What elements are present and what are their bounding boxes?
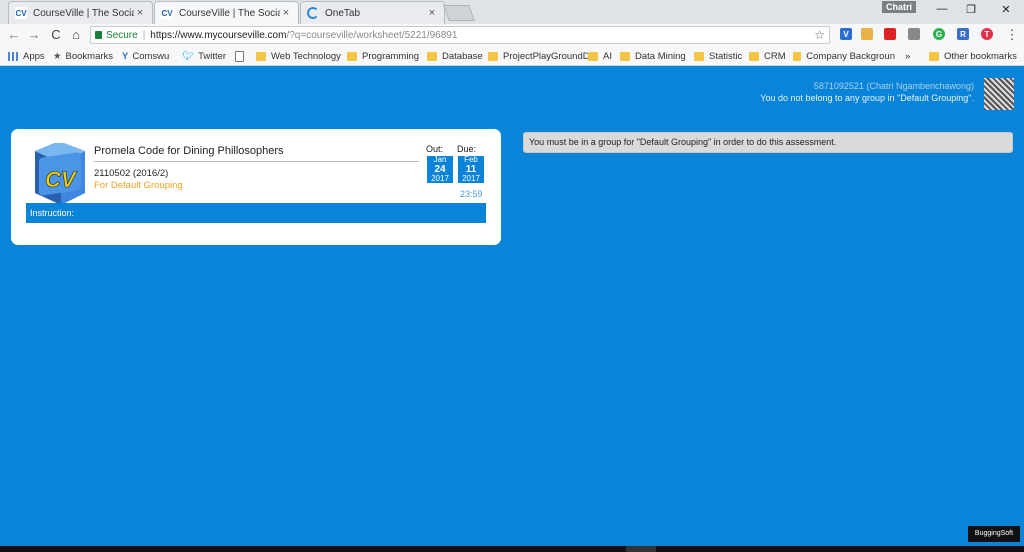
bookmark-page[interactable] [235,49,249,63]
bookmark-folder-crm[interactable]: CRM [749,49,786,63]
course-code: 2110502 (2016/2) [94,168,169,179]
taskbar-active-item[interactable] [626,546,656,552]
svg-text:CV: CV [45,167,78,192]
user-avatar[interactable] [984,78,1014,110]
tab-close-icon[interactable]: × [280,7,292,19]
extension-gear-icon[interactable] [908,28,920,40]
os-taskbar [0,546,1024,552]
bookmark-apps[interactable]: Apps [8,49,45,63]
url-host: https://www.mycourseville.com [150,29,287,41]
folder-icon [749,51,759,61]
bookmark-folder-programming[interactable]: Programming [347,49,419,63]
extension-grammarly-icon[interactable]: G [933,28,945,40]
new-tab-button[interactable] [443,5,475,21]
out-date-badge: Jan 24 2017 [427,155,453,183]
extension-bookmark-icon[interactable] [884,28,896,40]
bookmarks-bar: Apps ★ Bookmarks Y Comswu 🐦︎ Twitter Web Te… [0,46,1024,66]
worksheet-title[interactable]: Promela Code for Dining Phillosophers [94,145,284,157]
tab-close-icon[interactable]: × [426,7,438,19]
folder-icon [929,51,939,61]
buggingsoft-watermark: BuggingSoft [968,526,1020,542]
tab-title: CourseVille | The Social L [33,7,134,19]
bookmark-folder-statistic[interactable]: Statistic [694,49,742,63]
extension-r-icon[interactable]: R [957,28,969,40]
bookmark-folder-other-bookmarks[interactable]: Other bookmarks [929,49,1017,63]
bookmark-folder-ai[interactable]: AI [588,49,612,63]
extension-doll-icon[interactable] [861,28,873,40]
tab-courseville-2[interactable]: CV CourseVille | The Social L × [154,1,299,24]
grouping-label: For Default Grouping [94,180,183,191]
folder-icon [694,51,704,61]
url-path: /?q=courseville/worksheet/5221/96891 [286,29,458,41]
secure-label: Secure [106,29,138,41]
twitter-icon: 🐦︎ [182,50,195,62]
page-icon [235,50,244,62]
address-bar[interactable]: Secure | https://www.mycourseville.com /… [90,26,830,44]
close-window-icon[interactable]: ✕ [996,3,1016,16]
back-icon[interactable]: ← [6,27,22,43]
bookmark-folder-database[interactable]: Database [427,49,483,63]
group-warning-alert: You must be in a group for "Default Grou… [523,132,1013,153]
address-separator: | [142,29,146,41]
folder-icon [427,51,437,61]
group-note: You do not belong to any group in "Defau… [760,93,974,103]
apps-grid-icon [8,51,18,61]
lock-icon [95,31,102,39]
due-date-badge: Feb 11 2017 [458,155,484,183]
out-label: Out: [426,144,444,154]
worksheet-card: CV Promela Code for Dining Phillosophers… [11,129,501,245]
page-content: 5871092521 (Chatri Ngambenchawong) You d… [0,66,1024,546]
courseville-book-logo-icon: CV [35,143,85,205]
onetab-favicon-icon [307,7,319,19]
extension-vimeo-icon[interactable]: V [840,28,852,40]
folder-icon [256,51,266,61]
site-icon: Y [122,50,129,62]
bookmark-star-icon[interactable]: ☆ [814,28,825,42]
due-label: Due: [457,144,477,154]
courseville-favicon-icon: CV [161,7,173,19]
chrome-menu-icon[interactable]: ⋮ [1004,27,1020,43]
user-panel: 5871092521 (Chatri Ngambenchawong) You d… [760,80,974,104]
profile-chip[interactable]: Chatri [882,1,917,13]
folder-icon [347,51,357,61]
minimize-icon[interactable]: — [932,3,952,15]
tab-title: CourseVille | The Social L [179,7,280,19]
home-icon[interactable]: ⌂ [68,27,84,43]
instruction-bar: Instruction: [26,203,486,223]
tab-onetab[interactable]: OneTab × [300,1,445,24]
restore-icon[interactable]: ❐ [961,3,981,16]
bookmark-folder-projectplayground[interactable]: ProjectPlayGroundD [488,49,590,63]
bookmark-bookmarks[interactable]: ★ Bookmarks [53,49,113,63]
bookmark-folder-company-background[interactable]: Company Backgroun [793,49,895,63]
bookmark-comswu[interactable]: Y Comswu [122,49,169,63]
out-day: 24 [434,163,446,175]
bookmarks-overflow-chevron[interactable]: » [905,49,910,63]
tab-courseville-1[interactable]: CV CourseVille | The Social L × [8,1,153,24]
due-day: 11 [465,163,477,175]
out-year: 2017 [431,173,449,183]
due-time: 23:59 [460,189,483,199]
title-divider [94,161,419,162]
star-icon: ★ [53,50,62,62]
bookmark-twitter[interactable]: 🐦︎ Twitter [182,49,226,63]
tab-strip: CV CourseVille | The Social L × CV Cours… [0,0,1024,24]
bookmark-folder-web-technology[interactable]: Web Technology [256,49,341,63]
extension-t-icon[interactable]: T [981,28,993,40]
tab-title: OneTab [325,7,361,19]
folder-icon [793,51,802,61]
forward-icon[interactable]: → [26,27,42,43]
folder-icon [588,51,598,61]
folder-icon [488,51,498,61]
bookmark-folder-data-mining[interactable]: Data Mining [620,49,686,63]
browser-toolbar: ← → C ⌂ Secure | https://www.mycoursevil… [0,24,1024,46]
reload-icon[interactable]: C [48,27,64,43]
user-id-line: 5871092521 (Chatri Ngambenchawong) [813,81,974,91]
courseville-favicon-icon: CV [15,7,27,19]
folder-icon [620,51,630,61]
tab-close-icon[interactable]: × [134,7,146,19]
due-year: 2017 [462,173,480,183]
